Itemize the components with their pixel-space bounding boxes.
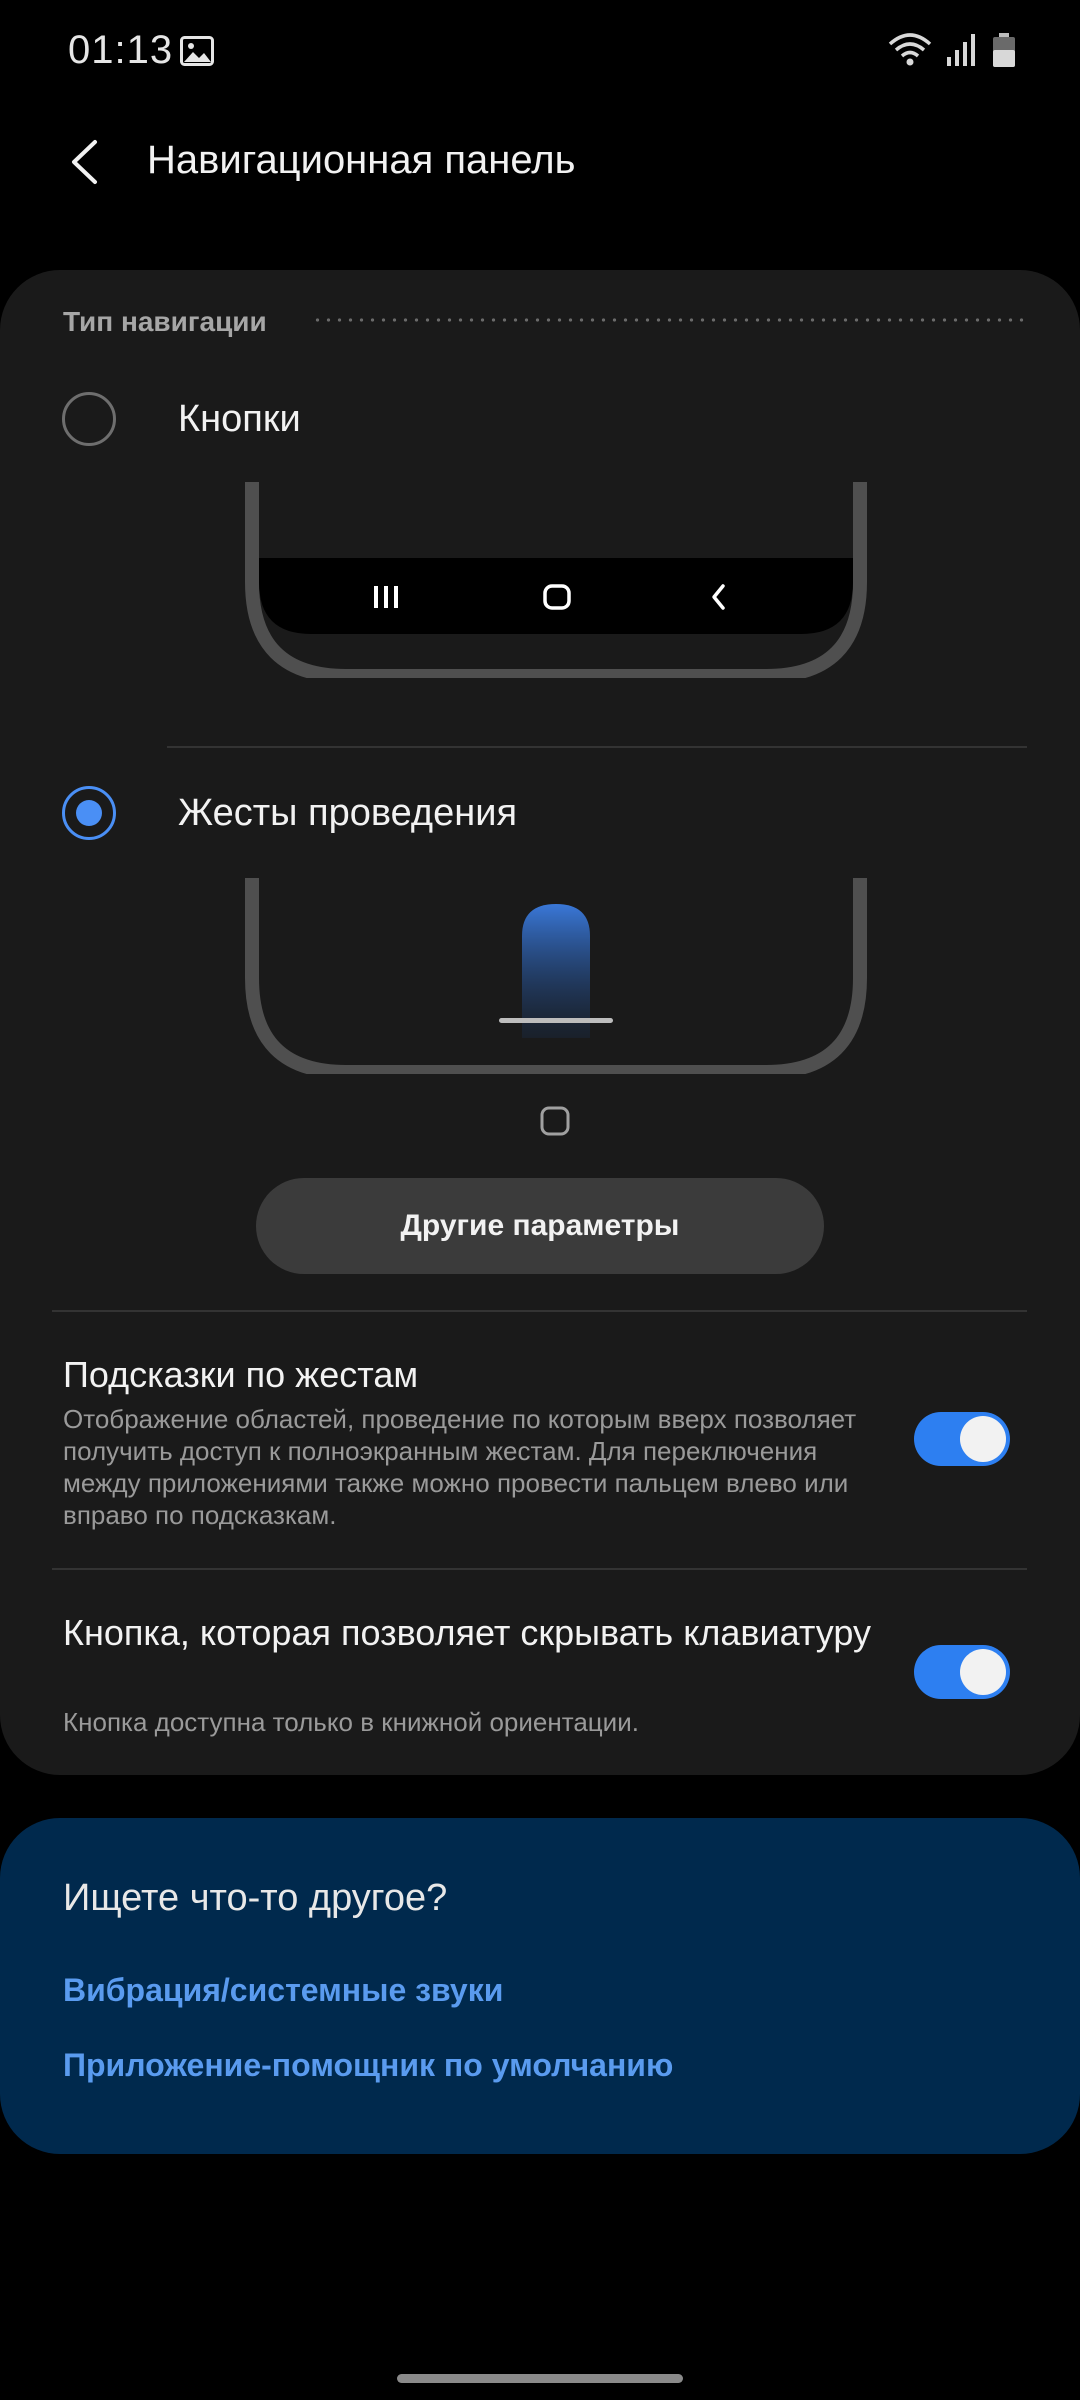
gesture-hints-title: Подсказки по жестам [63,1354,419,1395]
app-bar: Навигационная панель [0,110,1080,220]
option-gestures[interactable]: Жесты проведения [0,768,1080,858]
page-title: Навигационная панель [147,138,576,182]
option-divider [167,746,1027,748]
home-indicator[interactable] [397,2374,683,2383]
back-button[interactable] [52,132,116,196]
gesture-hints-description: Отображение областей, проведение по кото… [63,1404,857,1530]
section-header-nav-type: Тип навигации [63,306,267,337]
settings-divider-2 [52,1568,1027,1570]
gesture-hints-toggle[interactable] [914,1412,1010,1466]
more-settings-button[interactable]: Другие параметры [256,1178,824,1274]
hide-keyboard-description: Кнопка доступна только в книжной ориента… [63,1707,639,1737]
gesture-hint-square-icon [540,1106,570,1141]
settings-divider-1 [52,1310,1027,1312]
status-icons [888,32,1016,73]
status-time: 01:13 [68,28,174,72]
radio-gestures[interactable] [62,786,116,840]
recents-icon [374,586,398,608]
suggestions-title: Ищете что-то другое? [63,1877,448,1919]
radio-buttons[interactable] [62,392,116,446]
link-vibration-sounds[interactable]: Вибрация/системные звуки [63,1972,503,2009]
link-default-assistant-app[interactable]: Приложение-помощник по умолчанию [63,2047,673,2084]
hide-keyboard-toggle[interactable] [914,1645,1010,1699]
option-buttons-label: Кнопки [178,398,301,440]
gallery-icon [180,36,214,71]
gesture-handle [499,1018,613,1023]
hide-keyboard-title: Кнопка, которая позволяет скрывать клави… [63,1612,871,1653]
battery-icon [992,32,1016,73]
swipe-finger [522,904,590,1038]
section-divider-dots [312,318,1028,322]
wifi-icon [888,32,932,73]
gestures-preview-illustration [244,878,868,1079]
chevron-left-icon [69,139,99,190]
status-bar: 01:13 [0,0,1080,110]
signal-icon [946,33,978,72]
buttons-preview-illustration [244,482,868,683]
option-buttons[interactable]: Кнопки [0,374,1080,464]
option-gestures-label: Жесты проведения [178,792,518,834]
